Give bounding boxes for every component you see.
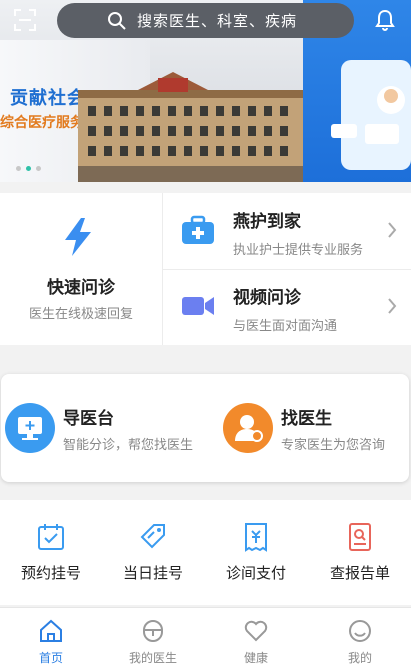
carousel-dot [36,166,41,171]
video-consult-title: 视频问诊 [233,288,301,308]
quick-consult-card[interactable]: 快速问诊 医生在线极速回复 [0,193,163,345]
heart-icon [244,620,268,642]
home-icon [40,619,62,642]
home-nursing-row[interactable]: 燕护到家 执业护士提供专业服务 [163,193,411,270]
receipt-yen-icon [245,523,267,552]
find-doctor-subtitle: 专家医生为您咨询 [281,438,386,453]
chevron-right-icon [388,222,397,238]
tab-my-doctor[interactable]: 我的医生 [102,608,204,668]
banner-slogan-line1: 贡献社会 [10,88,86,109]
clinic-payment-label: 诊间支付 [225,564,286,582]
chevron-right-icon [388,298,397,314]
home-nursing-title: 燕护到家 [233,212,301,232]
find-doctor-card[interactable]: 找医生 专家医生为您咨询 [219,374,411,482]
video-consult-row[interactable]: 视频问诊 与医生面对面沟通 [163,269,411,345]
check-report-button[interactable]: 查报告单 [309,500,411,605]
find-doctor-title: 找医生 [281,409,332,429]
appointment-booking-label: 预约挂号 [20,564,81,582]
video-consult-subtitle: 与医生面对面沟通 [233,319,338,334]
monitor-icon [18,417,42,440]
appointment-booking-button[interactable]: 预约挂号 [0,500,102,605]
triage-desk-title: 导医台 [63,409,114,429]
tag-icon [140,524,165,549]
carousel-dot-active [26,166,31,171]
tab-home[interactable]: 首页 [0,608,102,668]
scan-icon[interactable] [13,8,37,32]
calendar-check-icon [38,524,64,550]
home-nursing-subtitle: 执业护士提供专业服务 [233,243,364,258]
bottom-tab-bar: 首页 我的医生 健康 我的 [0,607,411,668]
check-report-label: 查报告单 [329,564,390,582]
bell-icon[interactable] [373,8,397,32]
lightning-icon [65,218,91,256]
medical-kit-icon [182,215,214,244]
tab-me-label: 我的 [347,651,372,665]
triage-desk-subtitle: 智能分诊，帮您找医生 [63,438,194,453]
hospital-building-illustration [78,72,308,182]
find-doctor-icon-circle [223,403,273,453]
search-bar[interactable]: 搜索医生、科室、疾病 [57,3,354,38]
video-camera-icon [182,297,214,315]
carousel-dot [16,166,21,171]
same-day-registration-label: 当日挂号 [122,564,183,582]
carousel-indicator [16,166,41,171]
banner-slogan-line2: 综合医疗服务 [0,115,84,131]
same-day-registration-button[interactable]: 当日挂号 [102,500,204,605]
quick-consult-title: 快速问诊 [47,278,115,298]
triage-icon-circle [5,403,55,453]
tab-health[interactable]: 健康 [205,608,307,668]
guide-section: 导医台 智能分诊，帮您找医生 找医生 专家医生为您咨询 [1,374,409,482]
search-placeholder: 搜索医生、科室、疾病 [137,12,298,30]
tab-my-doctor-label: 我的医生 [128,651,177,665]
report-search-icon [349,523,371,551]
tab-home-label: 首页 [38,651,63,665]
triage-desk-card[interactable]: 导医台 智能分诊，帮您找医生 [1,374,205,482]
tab-me[interactable]: 我的 [309,608,411,668]
consultation-services: 快速问诊 医生在线极速回复 燕护到家 执业护士提供专业服务 视频问诊 与医生面对… [0,193,411,345]
smile-icon [349,620,371,642]
tab-health-label: 健康 [243,651,268,665]
quick-actions: 预约挂号 当日挂号 诊间支付 查报告单 [0,500,411,605]
search-icon [108,11,126,30]
clinic-payment-button[interactable]: 诊间支付 [205,500,307,605]
quick-consult-subtitle: 医生在线极速回复 [28,307,133,322]
doctor-tab-icon [143,620,163,642]
doctor-icon [235,415,263,442]
